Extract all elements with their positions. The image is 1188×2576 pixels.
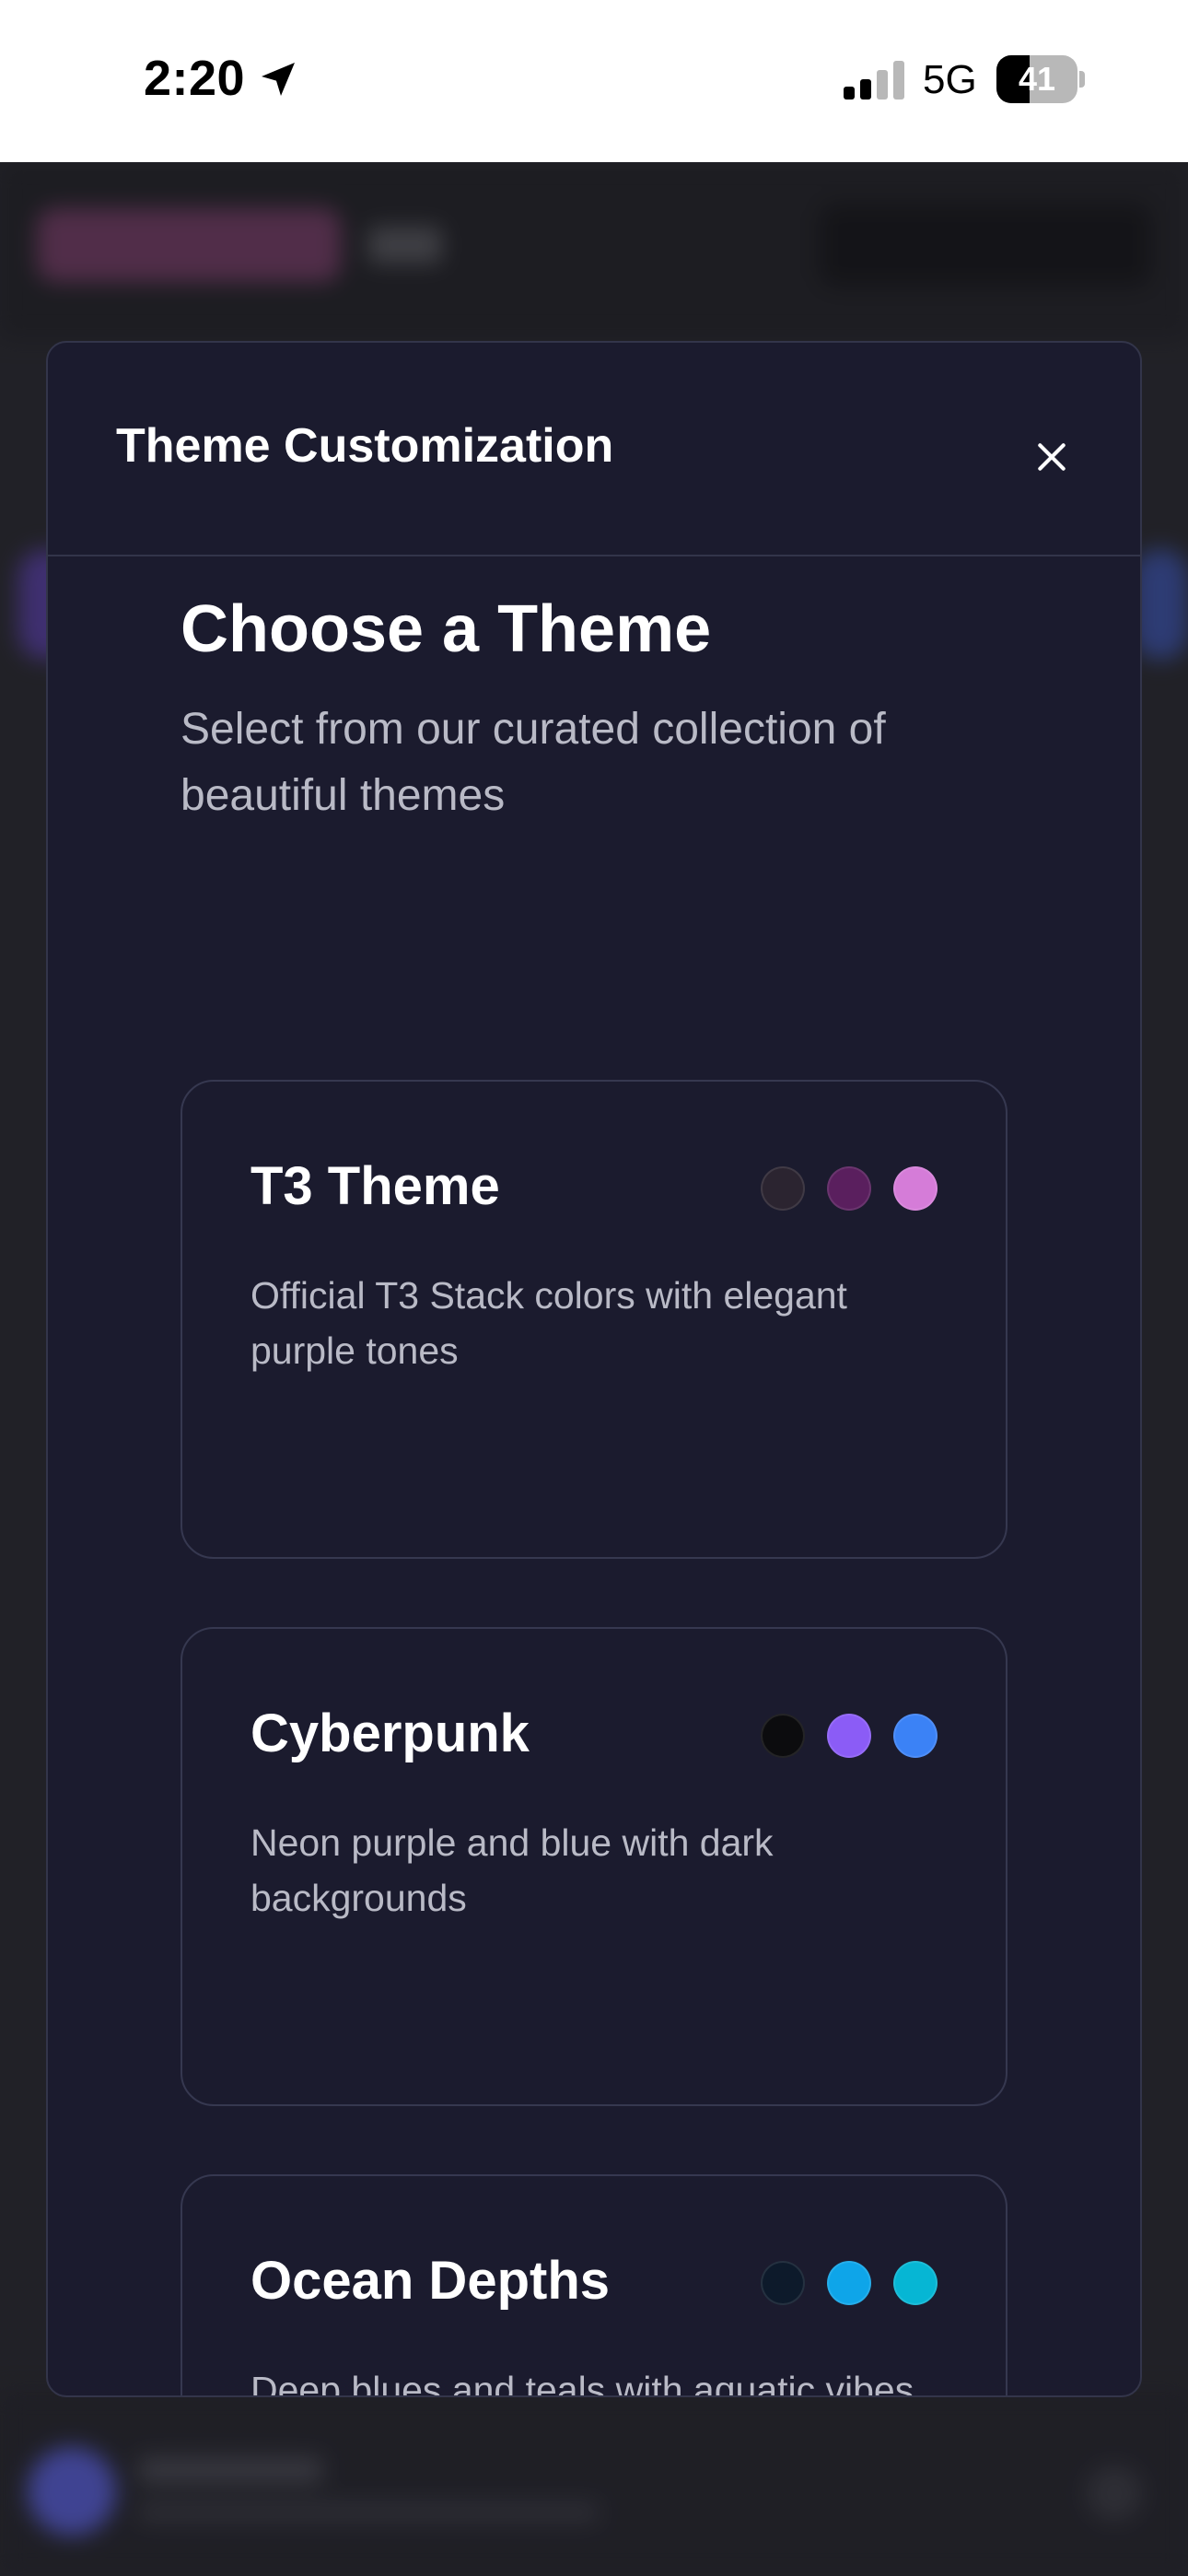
color-swatch [761,2261,805,2305]
theme-card-ocean-depths[interactable]: Ocean Depths Deep blues and teals with a… [181,2174,1007,2397]
color-swatch [827,1166,871,1211]
status-bar: 2:20 5G 41 [0,0,1188,162]
theme-name: Ocean Depths [250,2251,610,2311]
theme-description: Official T3 Stack colors with elegant pu… [250,1274,847,1372]
battery-icon: 41 [996,55,1085,103]
cellular-signal-icon [844,61,904,100]
section-title: Choose a Theme [181,592,712,666]
location-arrow-icon [262,63,295,96]
network-type-label: 5G [923,57,977,102]
color-swatches [761,1166,963,1212]
modal-header: Theme Customization [48,343,1140,556]
color-swatch [761,1714,805,1758]
theme-description: Deep blues and teals with aquatic vibes [250,2369,914,2397]
theme-card-cyberpunk[interactable]: Cyberpunk Neon purple and blue with dark… [181,1627,1007,2106]
color-swatches [761,2261,963,2307]
theme-customization-modal: Theme Customization Choose a Theme Selec… [46,341,1142,2397]
color-swatch [893,1714,938,1758]
color-swatch [893,2261,938,2305]
color-swatch [761,1166,805,1211]
close-button[interactable] [1015,420,1089,494]
modal-title: Theme Customization [116,419,614,473]
battery-level: 41 [1018,60,1056,98]
theme-card-t3[interactable]: T3 Theme Official T3 Stack colors with e… [181,1080,1007,1559]
theme-description: Neon purple and blue with dark backgroun… [250,1821,774,1919]
section-subtitle: Select from our curated collection of be… [181,705,886,820]
modal-body[interactable]: Choose a Theme Select from our curated c… [48,556,1140,2397]
color-swatches [761,1714,963,1760]
color-swatch [827,1714,871,1758]
color-swatch [893,1166,938,1211]
close-icon [1038,443,1066,471]
status-time: 2:20 [144,51,246,106]
theme-name: T3 Theme [250,1156,500,1216]
theme-name: Cyberpunk [250,1704,530,1763]
color-swatch [827,2261,871,2305]
